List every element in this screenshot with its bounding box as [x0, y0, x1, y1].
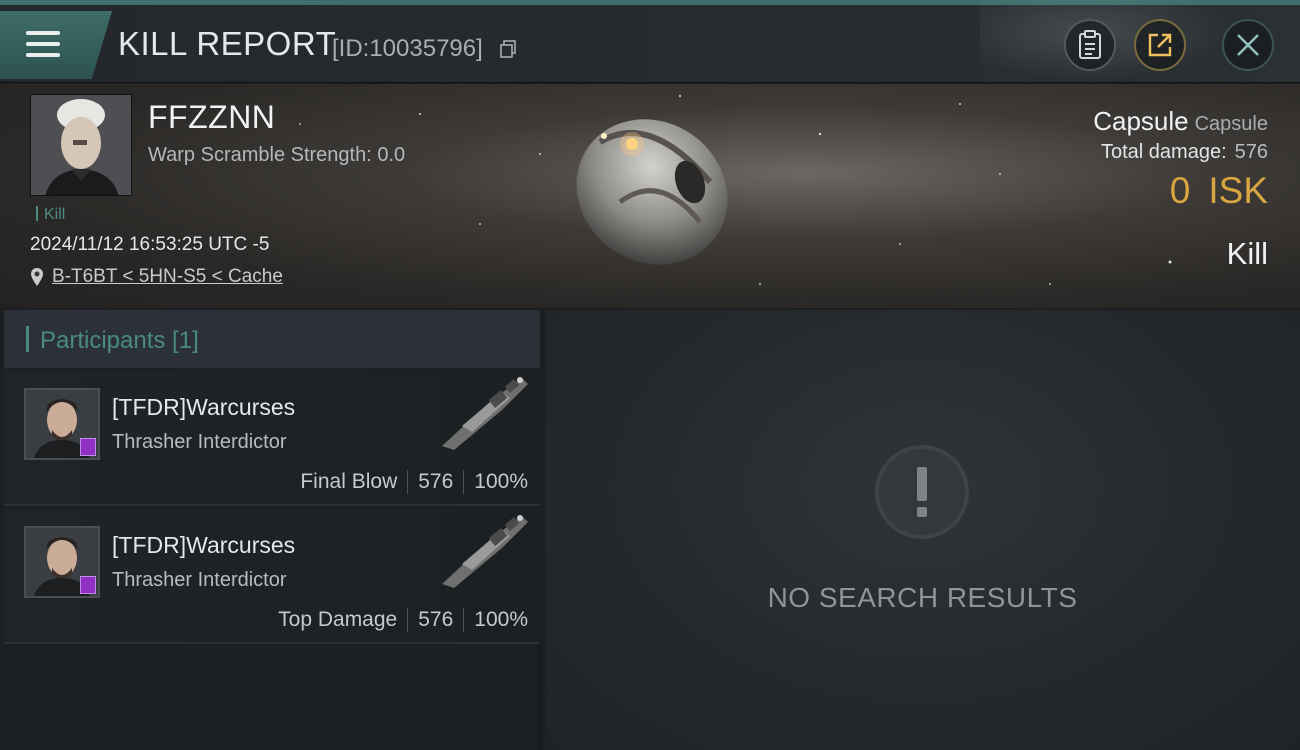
copy-icon[interactable]	[500, 40, 517, 58]
ship-line: Capsule Capsule	[1093, 106, 1268, 137]
kill-result-label: Kill	[1226, 236, 1268, 271]
results-panel: NO SEARCH RESULTS	[545, 310, 1300, 750]
participants-header: Participants [1]	[4, 310, 540, 368]
clipboard-icon	[1079, 30, 1101, 59]
participant-name[interactable]: [TFDR]Warcurses	[112, 394, 295, 421]
participant-role: Final Blow	[300, 470, 398, 493]
share-button[interactable]	[1134, 19, 1186, 71]
exclamation-icon	[875, 445, 969, 539]
isk-value: 0	[1169, 170, 1191, 211]
isk-value-line: 0 ISK	[1093, 170, 1268, 212]
stats-divider	[463, 608, 465, 632]
header-accent-bar	[26, 326, 29, 352]
kill-tag: Kill	[36, 206, 65, 224]
participant-stats: Top Damage 576 100%	[278, 608, 528, 632]
thrasher-ship-image	[442, 515, 528, 588]
close-icon	[1237, 34, 1259, 56]
total-damage-label: Total damage:	[1100, 141, 1227, 163]
participant-name[interactable]: [TFDR]Warcurses	[112, 532, 295, 559]
no-results-text: NO SEARCH RESULTS	[767, 582, 1078, 613]
participant-damage: 576	[418, 470, 454, 493]
close-button[interactable]	[1222, 19, 1274, 71]
page-title: KILL REPORT	[118, 25, 337, 62]
stats-divider	[463, 470, 465, 494]
stats-divider	[407, 608, 409, 632]
report-button[interactable]	[1064, 19, 1116, 71]
ship-class: Capsule	[1194, 113, 1268, 135]
participant-stats: Final Blow 576 100%	[300, 470, 528, 494]
thrasher-ship-image	[442, 377, 528, 450]
participant-avatar[interactable]	[24, 388, 100, 460]
participants-label: Participants [1]	[40, 327, 199, 354]
victim-name[interactable]: FFZZNN	[148, 99, 275, 136]
share-icon	[1148, 33, 1172, 57]
participant-role: Top Damage	[278, 608, 398, 631]
total-damage-value: 576	[1234, 141, 1268, 163]
location-link[interactable]: B-T6BT < 5HN-S5 < Cache	[52, 266, 283, 288]
participant-row[interactable]: [TFDR]Warcurses Thrasher Interdictor Top…	[4, 508, 540, 644]
participant-damage: 576	[418, 608, 454, 631]
ship-name: Capsule	[1093, 106, 1189, 136]
participants-panel: Participants [1] [TFDR]Warcurses Thrashe…	[4, 310, 540, 750]
participant-percent: 100%	[474, 470, 528, 493]
corp-badge-icon	[80, 438, 96, 456]
victim-banner: FFZZNN Warp Scramble Strength: 0.0 Kill …	[0, 84, 1300, 308]
menu-button[interactable]	[0, 11, 112, 79]
total-damage-line: Total damage: 576	[1093, 141, 1268, 164]
victim-avatar[interactable]	[30, 94, 132, 196]
capsule-ship-image	[576, 119, 728, 265]
victim-ship-info: Capsule Capsule Total damage: 576 0 ISK Kil…	[1093, 106, 1268, 272]
location-pin-icon	[31, 268, 43, 286]
participant-ship: Thrasher Interdictor	[112, 431, 287, 453]
participant-avatar[interactable]	[24, 526, 100, 598]
participant-percent: 100%	[474, 608, 528, 631]
corp-badge-icon	[80, 576, 96, 594]
isk-unit: ISK	[1208, 170, 1268, 211]
report-id: [ID:10035796]	[332, 35, 483, 62]
kill-datetime: 2024/11/12 16:53:25 UTC -5	[30, 234, 270, 255]
participant-row[interactable]: [TFDR]Warcurses Thrasher Interdictor Fin…	[4, 370, 540, 506]
location-row: B-T6BT < 5HN-S5 < Cache	[30, 266, 283, 288]
warp-scramble-strength: Warp Scramble Strength: 0.0	[148, 144, 406, 166]
header-bar: KILL REPORT [ID:10035796]	[0, 0, 1300, 85]
stats-divider	[407, 470, 409, 494]
hamburger-icon	[26, 29, 62, 59]
participant-ship: Thrasher Interdictor	[112, 569, 287, 591]
